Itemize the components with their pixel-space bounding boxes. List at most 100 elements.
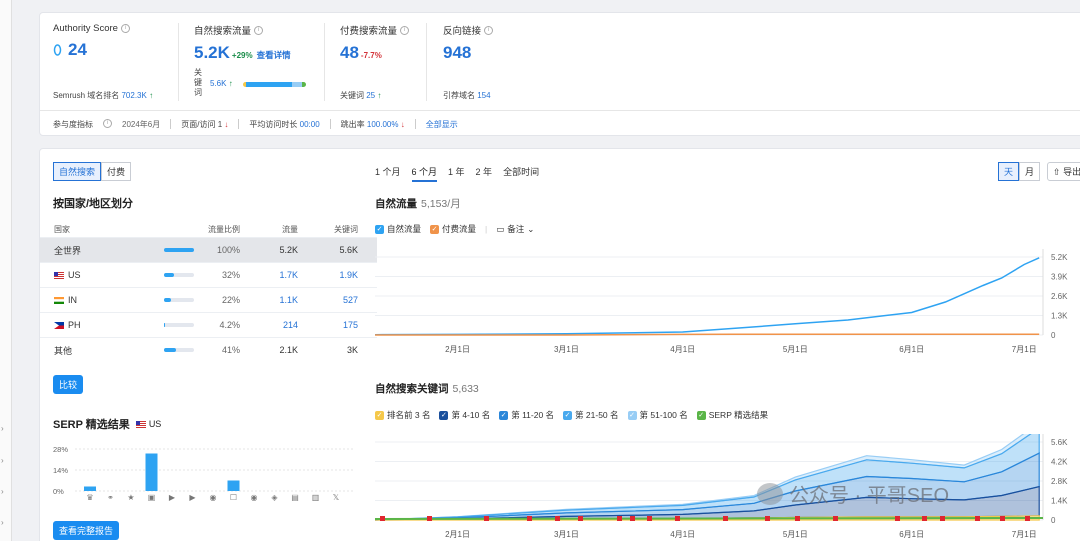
period-2y[interactable]: 2 年 — [476, 165, 493, 182]
paid-change: -7.7% — [360, 51, 382, 60]
period-6m[interactable]: 6 个月 — [411, 165, 438, 182]
share-bar — [164, 323, 194, 327]
backlinks-title: 反向链接 — [443, 26, 482, 37]
kw-xtick: 7月1日 — [1012, 530, 1037, 539]
legend-kw-1[interactable]: ✓ 第 4-10 名 — [439, 409, 490, 421]
keywords-value[interactable]: 527 — [298, 295, 358, 305]
engagement-label: 参与度指标 — [53, 120, 93, 129]
annotation-marker — [975, 516, 980, 521]
granularity-month[interactable]: 月 — [1019, 162, 1041, 181]
avg-visit-duration: 00:00 — [299, 120, 320, 129]
traffic-type-tabs: 自然搜索 付费 — [53, 162, 132, 181]
keywords-value[interactable]: 175 — [298, 320, 358, 330]
organic-keywords-value[interactable]: 5.6K — [210, 79, 226, 88]
table-row[interactable]: US 32% 1.7K 1.9K — [40, 262, 377, 287]
organic-traffic-value[interactable]: 5.2K — [194, 43, 230, 62]
table-row[interactable]: IN 22% 1.1K 527 — [40, 287, 377, 312]
traffic-ytick: 2.6K — [1051, 292, 1068, 301]
info-icon[interactable]: i — [103, 119, 112, 128]
info-icon[interactable]: i — [484, 25, 494, 35]
country-name[interactable]: PH — [68, 320, 81, 330]
traffic-value: 2.1K — [279, 345, 298, 355]
organic-traffic-metric: 自然搜索流量 i 5.2K +29% 查看详情 — [194, 23, 291, 63]
keywords-vertical-label: 关 键 词 — [194, 68, 202, 97]
traffic-value[interactable]: 1.1K — [240, 295, 298, 305]
ph-flag-icon — [54, 321, 64, 329]
chevron-right-icon[interactable]: › — [1, 518, 4, 527]
chevron-right-icon[interactable]: › — [1, 424, 4, 433]
show-all-link[interactable]: 全部显示 — [426, 119, 458, 130]
tab-organic[interactable]: 自然搜索 — [53, 162, 102, 181]
keywords-value[interactable]: 1.9K — [298, 270, 358, 280]
referring-domains-value[interactable]: 154 — [477, 91, 490, 100]
comment-icon: ▭ — [496, 223, 505, 234]
organic-keywords-chart: 5.6K 4.2K 2.8K 1.4K 0 2月1日 3月1日 4月1日 5月1日 6月1日 7月1… — [375, 434, 1068, 539]
export-button[interactable]: ⇧ 导出 — [1047, 162, 1080, 181]
x-icon: 𝕏 — [333, 493, 340, 502]
chevron-right-icon[interactable]: › — [1, 487, 4, 496]
annotation-marker — [1025, 516, 1030, 521]
granularity-day[interactable]: 天 — [998, 162, 1020, 181]
period-selector: 1 个月 6 个月 1 年 2 年 全部时间 — [375, 165, 539, 182]
tab-paid[interactable]: 付费 — [101, 162, 132, 181]
country-name[interactable]: US — [68, 270, 81, 280]
kw-ytick: 1.4K — [1051, 497, 1068, 506]
info-icon[interactable]: i — [254, 25, 264, 35]
kw-xtick: 5月1日 — [783, 530, 808, 539]
period-all[interactable]: 全部时间 — [503, 165, 539, 182]
info-icon[interactable]: i — [120, 24, 130, 33]
paid-keywords-value[interactable]: 25 — [366, 91, 375, 100]
view-details-link[interactable]: 查看详情 — [257, 50, 291, 60]
annotation-marker — [675, 516, 680, 521]
overview-metrics-card: Authority Score i 24 Semrush 域名排名 702.3K … — [39, 12, 1080, 136]
engagement-month: 2024年6月 — [122, 120, 161, 129]
table-row[interactable]: PH 4.2% 214 175 — [40, 312, 377, 337]
star-icon: ★ — [127, 493, 134, 502]
comment-icon: ☐ — [230, 493, 237, 502]
legend-organic[interactable]: ✓ 自然流量 — [375, 223, 421, 235]
legend-kw-2[interactable]: ✓ 第 11-20 名 — [499, 409, 554, 421]
serp-section-title: SERP 精选结果 US — [53, 419, 162, 431]
organic-traffic-count: 5,153/月 — [421, 198, 461, 210]
period-1m[interactable]: 1 个月 — [375, 165, 401, 182]
traffic-value[interactable]: 214 — [240, 320, 298, 330]
info-icon[interactable]: i — [400, 25, 410, 35]
backlinks-metric: 反向链接 i 948 — [443, 23, 494, 63]
legend-kw-4[interactable]: ✓ 第 51-100 名 — [627, 409, 688, 421]
us-flag-icon — [54, 271, 64, 279]
annotation-marker — [1000, 516, 1005, 521]
referring-domains: 引荐域名 154 — [443, 91, 491, 100]
legend-kw-3[interactable]: ✓ 第 21-50 名 — [563, 409, 619, 421]
authority-score-value[interactable]: 24 — [68, 40, 87, 60]
table-row[interactable]: 全世界 100% 5.2K 5.6K — [40, 237, 377, 262]
annotation-marker — [922, 516, 927, 521]
keyword-distribution-bar[interactable] — [243, 82, 306, 87]
notes-dropdown[interactable]: ▭ 备注 ⌄ — [496, 223, 534, 235]
view-full-report-button[interactable]: 查看完整报告 — [53, 521, 120, 540]
paid-traffic-value[interactable]: 48 — [340, 43, 359, 62]
traffic-xtick: 3月1日 — [554, 345, 579, 354]
traffic-xtick: 5月1日 — [783, 345, 808, 354]
traffic-xtick: 6月1日 — [899, 345, 924, 354]
serp-ytick: 28% — [53, 445, 68, 454]
traffic-legend: ✓ 自然流量 ✓ 付费流量 | ▭ 备注 ⌄ — [375, 223, 535, 235]
annotation-marker — [765, 516, 770, 521]
traffic-value[interactable]: 1.7K — [240, 270, 298, 280]
legend-paid[interactable]: ✓ 付费流量 — [430, 223, 476, 235]
carousel-icon: ◉ — [210, 493, 217, 502]
wechat-icon — [757, 482, 783, 505]
keywords-legend: ✓ 排名前 3 名 ✓ 第 4-10 名 ✓ 第 11-20 名 ✓ 第 21-50 名 ✓ 第 … — [375, 409, 768, 421]
semrush-rank-value[interactable]: 702.3K — [121, 91, 146, 100]
period-1y[interactable]: 1 年 — [448, 165, 465, 182]
serp-bar — [145, 453, 158, 491]
kw-ytick: 4.2K — [1051, 458, 1068, 467]
annotation-marker — [380, 516, 385, 521]
chevron-right-icon[interactable]: › — [1, 456, 4, 465]
backlinks-value[interactable]: 948 — [443, 43, 471, 62]
legend-kw-0[interactable]: ✓ 排名前 3 名 — [375, 409, 430, 421]
country-name[interactable]: IN — [68, 295, 77, 305]
serp-country[interactable]: US — [149, 419, 162, 429]
legend-kw-5[interactable]: ✓ SERP 精选结果 — [696, 409, 768, 421]
compare-button[interactable]: 比较 — [53, 375, 84, 394]
table-row[interactable]: 其他 41% 2.1K 3K — [40, 337, 377, 362]
